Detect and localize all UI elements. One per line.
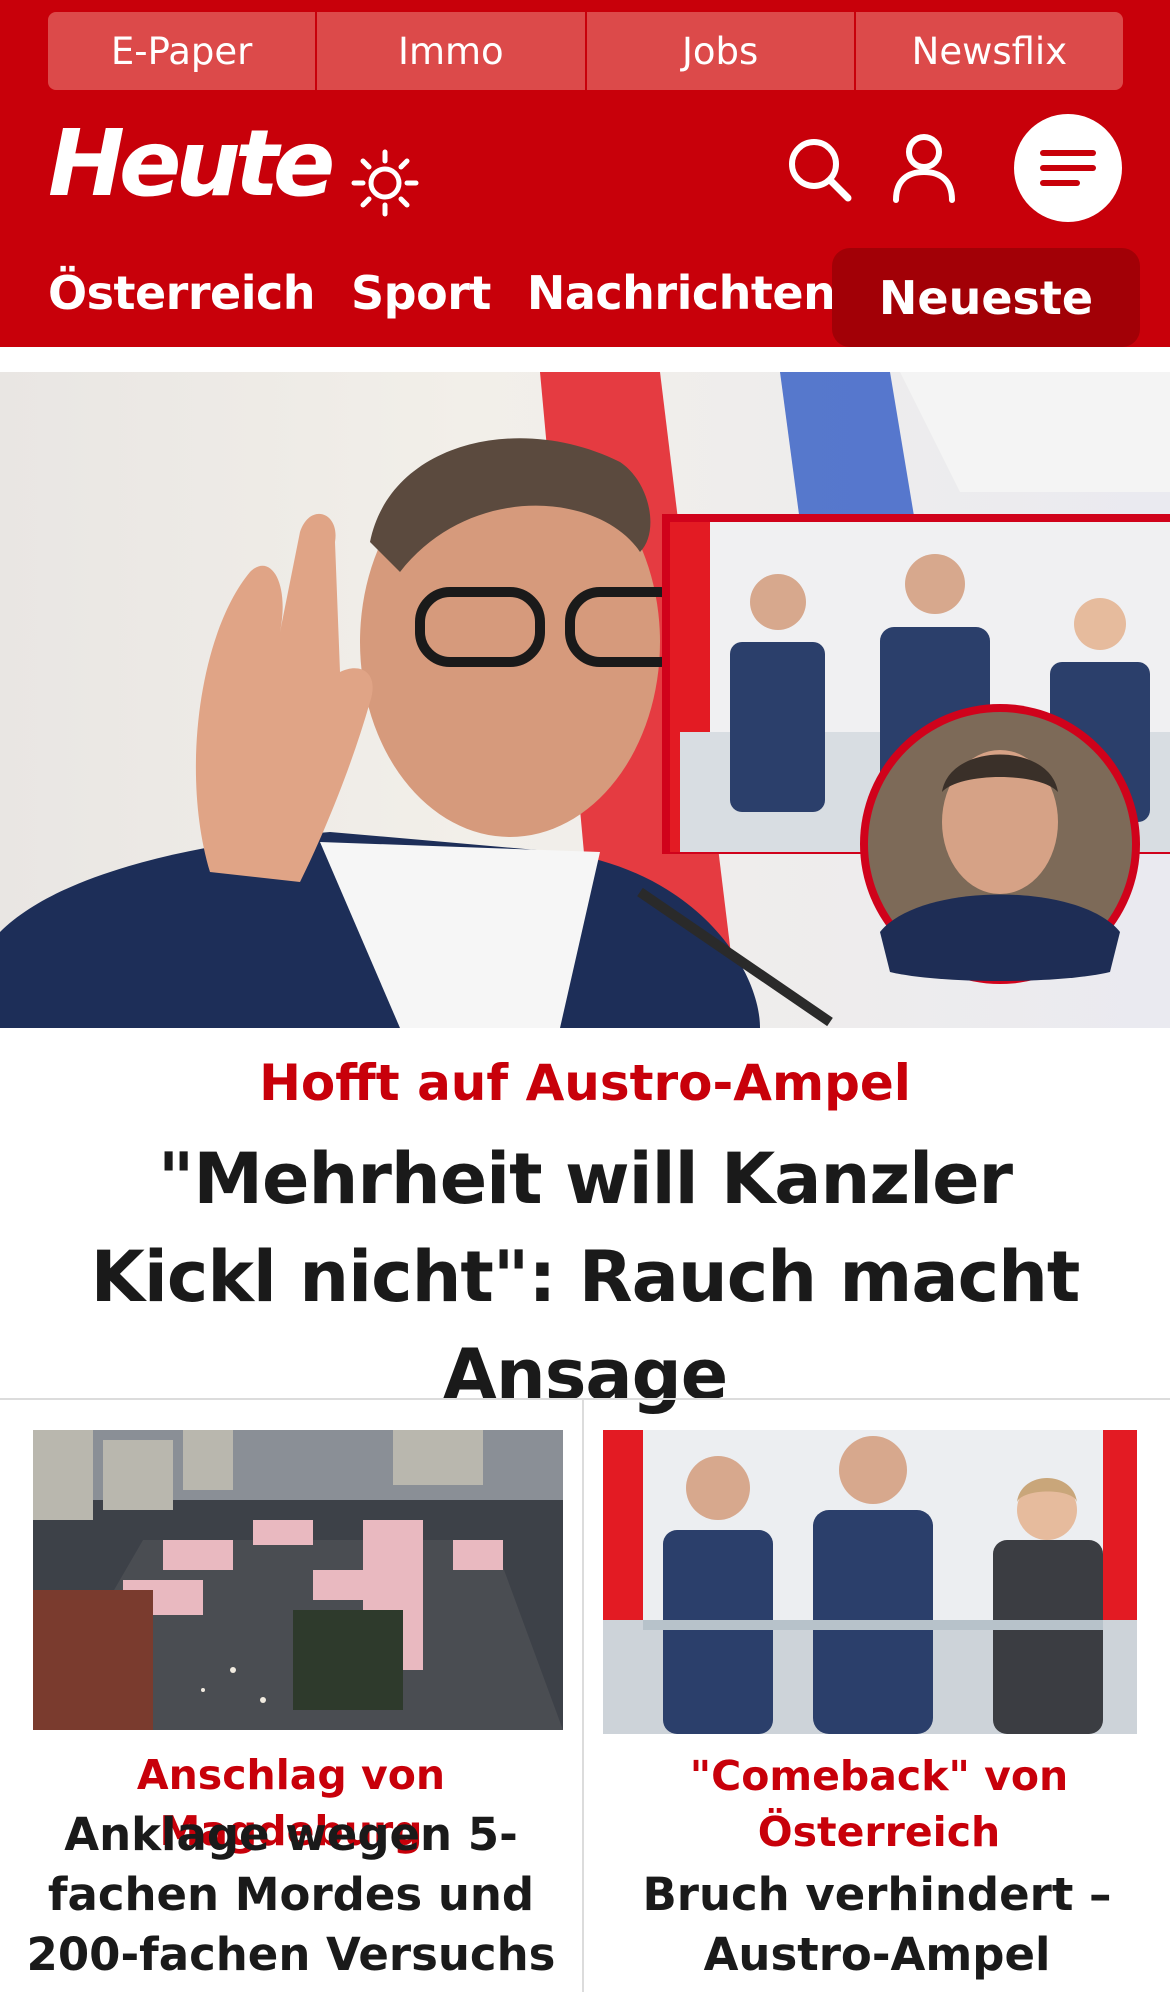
nav-item-sport[interactable]: Sport xyxy=(351,266,491,320)
user-icon[interactable] xyxy=(890,132,958,204)
top-link-epaper[interactable]: E-Paper xyxy=(48,12,316,90)
article-card-magdeburg[interactable]: Anschlag von Magdeburg Anklage wegen 5-f… xyxy=(0,1400,582,1992)
site-header: E-Paper Immo Jobs Newsflix Heute Österre… xyxy=(0,0,1170,347)
article-card-ampel[interactable]: "Comeback" von Österreich Bruch verhinde… xyxy=(584,1400,1170,1992)
article-kicker: "Comeback" von Österreich xyxy=(689,1752,1069,1856)
sun-icon[interactable] xyxy=(350,148,420,218)
top-link-newsflix[interactable]: Newsflix xyxy=(855,12,1123,90)
nav-item-nachrichten[interactable]: Nachrichten xyxy=(527,266,836,320)
top-link-jobs[interactable]: Jobs xyxy=(586,12,854,90)
menu-button[interactable] xyxy=(1014,114,1122,222)
top-link-immo[interactable]: Immo xyxy=(317,12,585,90)
article-headline[interactable]: Anklage wegen 5-fachen Mordes und 200-fa… xyxy=(20,1805,562,1985)
top-links-bar: E-Paper Immo Jobs Newsflix xyxy=(48,12,1123,90)
site-logo[interactable]: Heute xyxy=(48,118,335,210)
article-image-ampel[interactable] xyxy=(603,1430,1137,1734)
nav-item-neueste[interactable]: Neueste xyxy=(832,248,1140,347)
nav-item-oesterreich[interactable]: Österreich xyxy=(48,266,316,320)
hero-kicker: Hofft auf Austro-Ampel xyxy=(259,1054,911,1112)
hero-image[interactable] xyxy=(0,372,1170,1028)
search-icon[interactable] xyxy=(784,134,854,204)
main-nav: Österreich Sport Nachrichten xyxy=(48,266,836,320)
hero-headline[interactable]: "Mehrheit will Kanzler Kickl nicht": Rau… xyxy=(60,1130,1110,1424)
article-headline[interactable]: Bruch verhindert – Austro-Ampel xyxy=(614,1865,1140,1985)
article-image-magdeburg[interactable] xyxy=(33,1430,563,1730)
menu-icon xyxy=(1040,150,1096,186)
